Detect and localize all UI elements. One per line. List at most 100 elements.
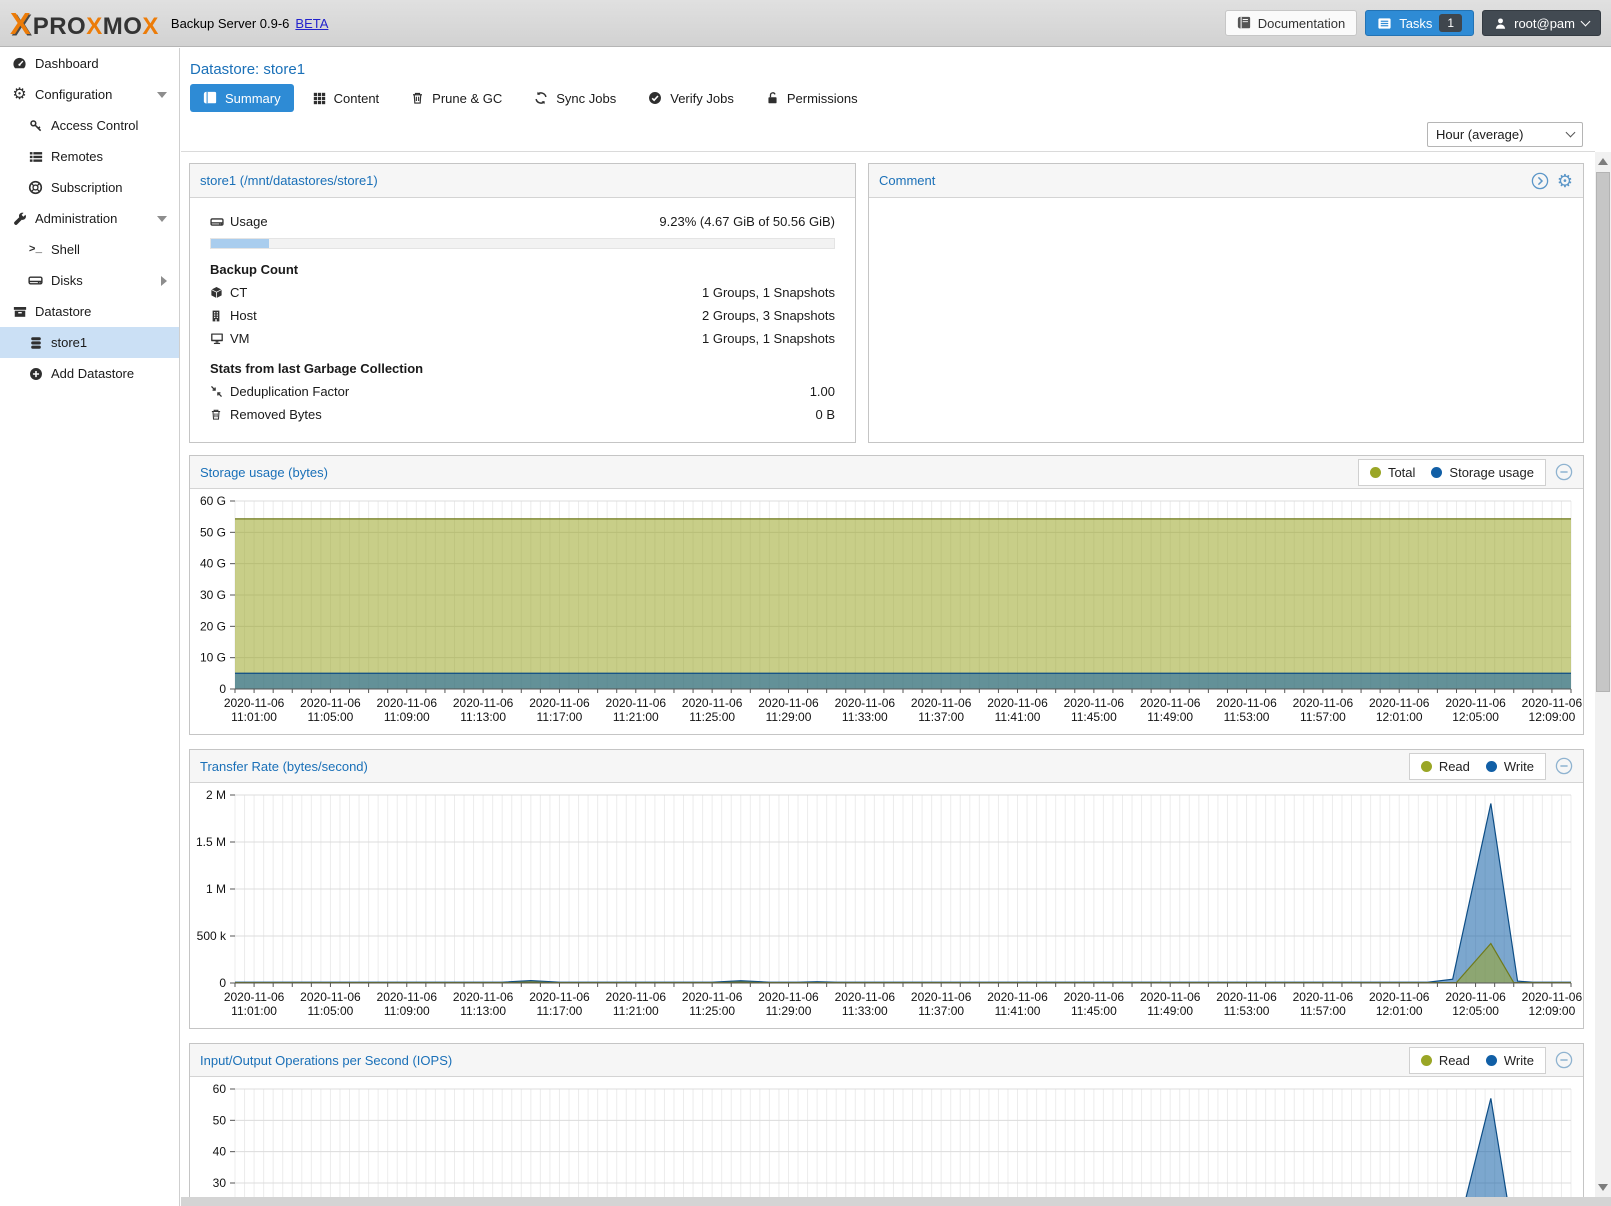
chart-title: Transfer Rate (bytes/second)	[200, 759, 368, 774]
tab-permissions[interactable]: Permissions	[753, 84, 871, 112]
chart-title: Input/Output Operations per Second (IOPS…	[200, 1053, 452, 1068]
sidebar-item-datastore[interactable]: Datastore	[0, 296, 179, 327]
collapse-minus-icon[interactable]	[1555, 463, 1573, 481]
book-icon	[203, 91, 217, 105]
datastore-info-panel-header: store1 (/mnt/datastores/store1)	[190, 164, 855, 198]
legend-item-total[interactable]: Total	[1370, 465, 1415, 480]
tab-content[interactable]: Content	[300, 84, 393, 112]
removed-bytes-value: 0 B	[815, 407, 835, 422]
svg-text:2020-11-06: 2020-11-06	[300, 990, 361, 1004]
svg-text:500 k: 500 k	[197, 929, 227, 943]
sidebar-item-remotes[interactable]: Remotes	[0, 141, 179, 172]
user-menu-button[interactable]: root@pam	[1482, 10, 1601, 36]
comment-panel: Comment ⚙	[868, 163, 1584, 443]
removed-bytes-row: Removed Bytes 0 B	[210, 405, 835, 424]
tab-sync-jobs[interactable]: Sync Jobs	[521, 84, 629, 112]
time-range-select[interactable]: Hour (average)	[1427, 122, 1583, 147]
beta-link[interactable]: BETA	[295, 16, 328, 31]
svg-text:1.5 M: 1.5 M	[196, 835, 226, 849]
svg-text:2020-11-06: 2020-11-06	[529, 696, 590, 710]
legend-item-storage-usage[interactable]: Storage usage	[1431, 465, 1534, 480]
expand-caret-icon[interactable]	[161, 276, 167, 286]
transfer-rate-chart-header: Transfer Rate (bytes/second) Read Write	[190, 750, 1583, 783]
usage-row: Usage 9.23% (4.67 GiB of 50.56 GiB)	[210, 212, 835, 231]
chart-legend: Read Write	[1409, 753, 1546, 780]
svg-text:11:21:00: 11:21:00	[613, 710, 659, 724]
summary-content: store1 (/mnt/datastores/store1) Usage 9.…	[181, 152, 1595, 1197]
usage-progress-fill	[211, 239, 269, 248]
tab-prune-gc[interactable]: Prune & GC	[398, 84, 515, 112]
book-icon	[1237, 16, 1251, 30]
usage-label: Usage	[230, 214, 268, 229]
dashboard-icon	[10, 56, 29, 71]
trash-icon	[210, 408, 230, 421]
collapse-caret-icon[interactable]	[157, 92, 167, 98]
tasks-button[interactable]: Tasks 1	[1365, 10, 1474, 36]
plus-circle-icon	[26, 367, 45, 381]
svg-text:11:45:00: 11:45:00	[1071, 710, 1117, 724]
tab-summary[interactable]: Summary	[190, 84, 294, 112]
life-ring-icon	[26, 180, 45, 195]
svg-text:2020-11-06: 2020-11-06	[606, 696, 667, 710]
svg-text:11:49:00: 11:49:00	[1147, 1004, 1193, 1018]
backup-count-heading: Backup Count	[210, 262, 835, 277]
svg-text:2020-11-06: 2020-11-06	[758, 696, 819, 710]
proxmox-x-logo-icon: X	[10, 8, 31, 39]
svg-text:2020-11-06: 2020-11-06	[911, 990, 972, 1004]
svg-text:11:17:00: 11:17:00	[537, 1004, 583, 1018]
gc-stats-heading: Stats from last Garbage Collection	[210, 361, 835, 376]
grid-icon	[313, 92, 326, 105]
usage-value: 9.23% (4.67 GiB of 50.56 GiB)	[659, 214, 835, 229]
svg-text:40: 40	[213, 1145, 227, 1159]
vertical-scrollbar[interactable]	[1595, 152, 1611, 1197]
collapse-minus-icon[interactable]	[1555, 1051, 1573, 1069]
ct-count-value: 1 Groups, 1 Snapshots	[702, 285, 835, 300]
legend-item-read[interactable]: Read	[1421, 759, 1470, 774]
sidebar-item-access-control[interactable]: Access Control	[0, 110, 179, 141]
datastore-info-panel: store1 (/mnt/datastores/store1) Usage 9.…	[189, 163, 856, 443]
sidebar-item-administration[interactable]: Administration	[0, 203, 179, 234]
svg-text:2020-11-06: 2020-11-06	[453, 990, 514, 1004]
svg-text:2020-11-06: 2020-11-06	[682, 990, 743, 1004]
svg-text:2020-11-06: 2020-11-06	[1445, 990, 1506, 1004]
comment-panel-body	[869, 198, 1583, 443]
cube-icon	[210, 286, 230, 299]
sidebar-item-add-datastore[interactable]: Add Datastore	[0, 358, 179, 389]
sidebar-item-dashboard[interactable]: Dashboard	[0, 48, 179, 79]
svg-text:2020-11-06: 2020-11-06	[1064, 696, 1125, 710]
collapse-minus-icon[interactable]	[1555, 757, 1573, 775]
svg-text:2020-11-06: 2020-11-06	[987, 990, 1048, 1004]
legend-item-write[interactable]: Write	[1486, 1053, 1534, 1068]
edit-chevron-circle-icon[interactable]	[1531, 172, 1549, 190]
tab-bar: Summary Content Prune & GC Sync Jobs Ver…	[190, 84, 871, 112]
documentation-button[interactable]: Documentation	[1225, 10, 1357, 36]
gears-icon: ⚙	[10, 87, 29, 103]
svg-text:0: 0	[219, 976, 226, 990]
svg-text:11:01:00: 11:01:00	[231, 1004, 277, 1018]
chart-legend: Total Storage usage	[1358, 459, 1546, 486]
sidebar-item-configuration[interactable]: ⚙ Configuration	[0, 79, 179, 110]
svg-text:11:37:00: 11:37:00	[918, 1004, 964, 1018]
svg-text:30: 30	[213, 1176, 227, 1190]
tab-verify-jobs[interactable]: Verify Jobs	[635, 84, 747, 112]
legend-item-read[interactable]: Read	[1421, 1053, 1470, 1068]
scroll-up-arrow-icon[interactable]	[1598, 158, 1608, 165]
sidebar-item-subscription[interactable]: Subscription	[0, 172, 179, 203]
svg-text:11:05:00: 11:05:00	[308, 1004, 354, 1018]
sidebar-item-store1[interactable]: store1	[0, 327, 179, 358]
sidebar-item-disks[interactable]: Disks	[0, 265, 179, 296]
legend-dot	[1370, 467, 1381, 478]
svg-text:2020-11-06: 2020-11-06	[606, 990, 667, 1004]
scroll-down-arrow-icon[interactable]	[1598, 1184, 1608, 1191]
gear-icon[interactable]: ⚙	[1557, 172, 1573, 190]
svg-text:12:01:00: 12:01:00	[1376, 1004, 1423, 1018]
collapse-caret-icon[interactable]	[157, 216, 167, 222]
legend-item-write[interactable]: Write	[1486, 759, 1534, 774]
proxmox-logo: X PROXMOX	[10, 8, 159, 39]
scrollbar-thumb[interactable]	[1596, 172, 1610, 692]
transfer-rate-chart-panel: Transfer Rate (bytes/second) Read Write …	[189, 749, 1584, 1029]
svg-text:2020-11-06: 2020-11-06	[224, 696, 285, 710]
sidebar-item-shell[interactable]: >_ Shell	[0, 234, 179, 265]
svg-text:20 G: 20 G	[200, 619, 226, 633]
chart-legend: Read Write	[1409, 1047, 1546, 1074]
